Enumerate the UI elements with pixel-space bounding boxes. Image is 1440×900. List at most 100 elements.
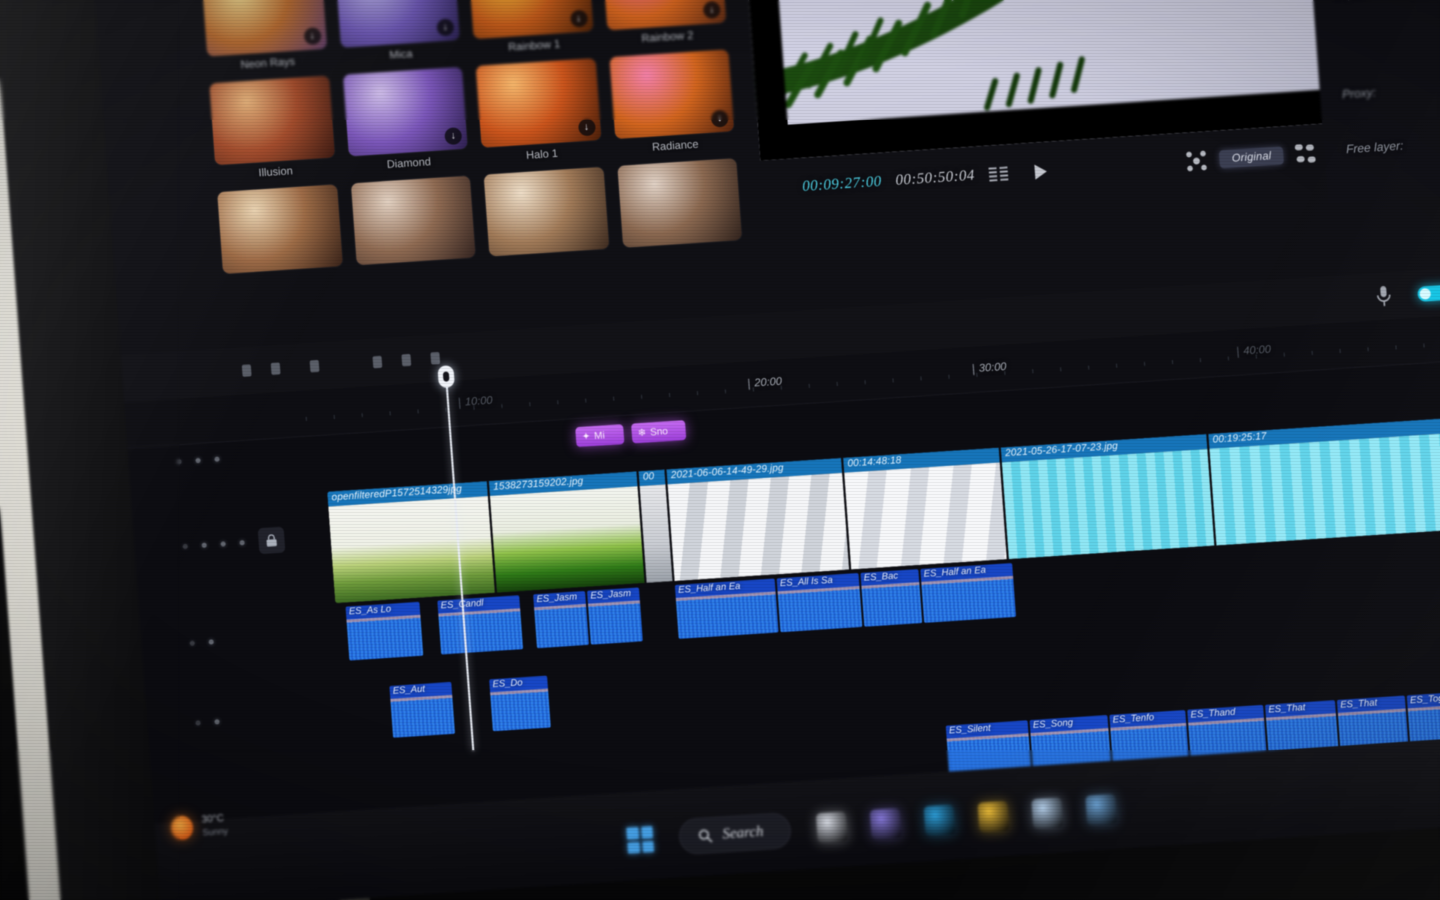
track-dot[interactable]	[201, 542, 207, 548]
video-clip[interactable]: 1538273159202.jpg	[488, 471, 645, 593]
track-dot[interactable]	[195, 720, 201, 726]
lock-track-icon[interactable]	[257, 526, 286, 555]
media-bin-grid[interactable]: ↓ Neon Rays ↓ Mica ↓ Rainbow 1 ↓ Rainbow 2 Illus…	[201, 0, 743, 279]
teams-icon[interactable]	[869, 807, 902, 840]
effect-thumbnail[interactable]	[483, 166, 609, 257]
audio-clip[interactable]: ES_Bac	[860, 569, 923, 627]
effect-item[interactable]	[217, 184, 343, 279]
audio-clip[interactable]: ES_Tog	[1406, 691, 1440, 746]
speed-icon[interactable]	[428, 351, 442, 366]
effect-item[interactable]: ↓ Rainbow 1	[467, 0, 594, 56]
inspector-row[interactable]: Proxy:	[1320, 85, 1377, 103]
video-clip-thumbnails	[844, 462, 1007, 570]
fullscreen-icon[interactable]	[1294, 143, 1316, 164]
sticker-clip[interactable]: ✦ Mi	[575, 424, 625, 448]
effect-thumbnail[interactable]: ↓	[342, 66, 468, 157]
effect-thumbnail[interactable]	[616, 158, 743, 248]
effect-thumbnail[interactable]: ↓	[608, 49, 735, 140]
split-icon[interactable]	[308, 359, 322, 374]
effect-item[interactable]: ↓ Neon Rays	[201, 0, 327, 73]
start-tile	[642, 840, 655, 853]
task-view-icon[interactable]	[815, 811, 848, 844]
track-header-audio-1[interactable]	[189, 639, 214, 646]
fit-to-frame-icon[interactable]	[1185, 149, 1209, 172]
track-header-audio-2[interactable]	[195, 719, 220, 726]
effect-item[interactable]	[483, 166, 610, 262]
playhead-handle[interactable]	[437, 365, 455, 389]
download-badge-icon[interactable]: ↓	[710, 109, 729, 128]
track-dot[interactable]	[195, 457, 201, 464]
effect-thumbnail[interactable]	[217, 184, 343, 274]
effect-item[interactable]: ↓ Diamond	[342, 66, 469, 174]
taskbar-search[interactable]: Search	[678, 812, 792, 856]
track-dot[interactable]	[220, 540, 226, 547]
inspector-row[interactable]: Free layer:	[1324, 139, 1404, 158]
effect-item[interactable]: ↓ Radiance	[608, 49, 735, 156]
video-clip[interactable]: 2021-06-06-14-49-29.jpg	[666, 457, 850, 582]
edge-icon[interactable]	[923, 804, 956, 837]
taskbar-app-icons[interactable]	[815, 793, 1117, 844]
undo-icon[interactable]	[240, 363, 254, 378]
download-badge-icon[interactable]: ↓	[444, 127, 463, 146]
app-icon-2[interactable]	[1084, 793, 1117, 826]
ruler-minor-tick	[668, 392, 671, 398]
effect-item[interactable]: ↓ Halo 1	[475, 58, 602, 165]
audio-clip[interactable]: ES_As Lo	[345, 601, 424, 661]
ruler-minor-tick	[1088, 365, 1090, 370]
effect-thumbnail[interactable]: ↓	[467, 0, 594, 40]
app-icon[interactable]	[1030, 797, 1063, 830]
video-clip[interactable]: 00:19:25:17	[1208, 411, 1440, 546]
effect-item[interactable]	[350, 175, 476, 271]
file-explorer-icon[interactable]	[976, 800, 1010, 833]
track-dot[interactable]	[214, 456, 220, 462]
crop-icon[interactable]	[399, 353, 413, 368]
redo-icon[interactable]	[269, 361, 283, 376]
track-header-video[interactable]	[182, 526, 286, 560]
track-header-sticker[interactable]	[176, 456, 220, 465]
audio-clip[interactable]: ES_Do	[489, 675, 551, 732]
ruler-minor-tick	[361, 413, 363, 418]
play-icon[interactable]	[1032, 162, 1049, 180]
track-dot[interactable]	[214, 719, 220, 725]
download-badge-icon[interactable]: ↓	[702, 0, 721, 19]
preview-quality-chip[interactable]: Original	[1219, 146, 1284, 169]
audio-clip[interactable]: ES_All Is Sa	[776, 573, 863, 633]
effect-item[interactable]	[616, 158, 743, 253]
effect-item[interactable]: Illusion	[209, 75, 335, 183]
effect-item[interactable]: ↓ Rainbow 2	[601, 0, 727, 47]
effect-thumbnail[interactable]	[209, 75, 335, 166]
inspector-row[interactable]: Import material:	[1312, 0, 1418, 3]
video-clip[interactable]: 00:14:48:18	[843, 447, 1007, 570]
video-clip[interactable]: 2021-05-26-17-07-23.jpg	[1000, 433, 1215, 560]
track-dot[interactable]	[176, 459, 182, 465]
track-dot[interactable]	[182, 543, 188, 549]
timeline-toggle-a[interactable]	[1417, 283, 1440, 302]
download-badge-icon[interactable]: ↓	[436, 18, 455, 37]
audio-clip[interactable]: ES_Aut	[389, 681, 456, 738]
effects-media-bin[interactable]: Effects ↓Neon Rays↓Mica↓Rainbow 1↓Rainbo…	[200, 0, 743, 279]
effect-thumbnail[interactable]: ↓	[475, 58, 601, 148]
effect-item[interactable]: ↓ Mica	[334, 0, 461, 65]
track-dot[interactable]	[239, 539, 245, 545]
audio-clip[interactable]: ES_Half an Ea	[920, 562, 1017, 623]
effect-thumbnail[interactable]: ↓	[201, 0, 327, 57]
audio-clip[interactable]: ES_Candl	[437, 595, 524, 655]
grid-icon[interactable]	[988, 166, 1009, 182]
track-dot[interactable]	[208, 639, 214, 645]
microphone-icon[interactable]	[1375, 285, 1393, 308]
track-dot[interactable]	[189, 640, 195, 646]
download-badge-icon[interactable]: ↓	[569, 9, 588, 28]
sticker-clip[interactable]: ❄ Sno	[631, 420, 687, 444]
download-badge-icon[interactable]: ↓	[577, 118, 596, 137]
effect-thumbnail[interactable]: ↓	[601, 0, 727, 31]
audio-clip[interactable]: ES_Half an Ea	[674, 578, 779, 639]
start-button[interactable]	[626, 826, 655, 854]
audio-clip[interactable]: ES_Jasm	[533, 590, 589, 649]
effect-thumbnail[interactable]	[350, 175, 476, 266]
download-badge-icon[interactable]: ↓	[303, 27, 322, 46]
effect-thumbnail[interactable]: ↓	[334, 0, 460, 48]
video-clip[interactable]: openfilteredP1572514329jpg	[327, 481, 495, 604]
ruler-minor-tick	[836, 381, 838, 387]
audio-clip[interactable]: ES_Jasm	[587, 587, 643, 645]
delete-icon[interactable]	[370, 355, 384, 370]
